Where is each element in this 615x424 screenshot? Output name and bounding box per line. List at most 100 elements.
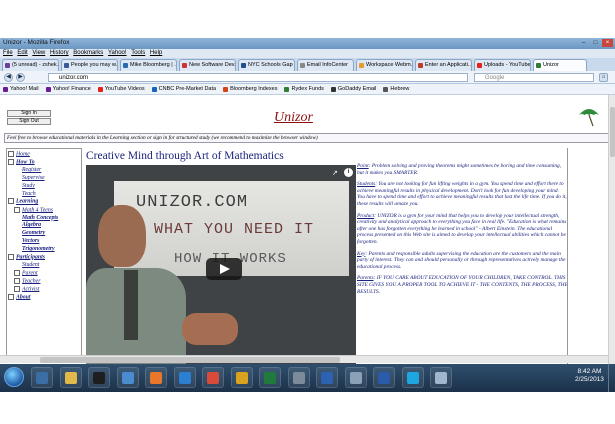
menu-yahoo[interactable]: Yahoo! bbox=[108, 49, 127, 58]
taskbar-terminal-button[interactable] bbox=[88, 367, 110, 388]
nav-item-register[interactable]: Register bbox=[8, 167, 80, 175]
vertical-scrollbar[interactable] bbox=[608, 95, 615, 364]
taskbar-excel-button[interactable] bbox=[259, 367, 281, 388]
intro-paragraph: Key: Parents and responsible adults supe… bbox=[357, 251, 568, 271]
vertical-scroll-thumb[interactable] bbox=[610, 107, 615, 157]
media-icon bbox=[235, 371, 248, 384]
nav-item-math-4-teens[interactable]: Math 4 Teens bbox=[8, 207, 80, 215]
tab-7[interactable]: Enter an Applicati... bbox=[415, 59, 472, 71]
nav-item-trigonometry[interactable]: Trigonometry bbox=[8, 246, 80, 254]
info-icon[interactable]: i bbox=[344, 168, 353, 177]
tab-2[interactable]: Mike Bloomberg | ... bbox=[120, 59, 177, 71]
horizontal-scrollbar[interactable] bbox=[0, 355, 608, 363]
tab-3[interactable]: New Software Dev... bbox=[179, 59, 236, 71]
menu-edit[interactable]: Edit bbox=[17, 49, 27, 58]
title-bar: Unizor - Mozilla Firefox – □ × bbox=[0, 38, 615, 49]
nav-item-teacher[interactable]: Teacher bbox=[8, 278, 80, 286]
bottom-margin bbox=[0, 392, 615, 424]
bookmark-label: YouTube Videos bbox=[104, 85, 145, 92]
taskbar-folder-button[interactable] bbox=[59, 367, 82, 388]
bookmark-item[interactable]: YouTube Videos bbox=[97, 84, 145, 94]
taskbar-calculator-button[interactable] bbox=[287, 367, 310, 388]
taskbar-docs-button[interactable] bbox=[430, 367, 452, 388]
site-navigation-tree: Home How To Register Supervise Study Teach Lea… bbox=[6, 148, 82, 362]
taskbar-files-button[interactable] bbox=[116, 367, 139, 388]
sign-in-button[interactable]: Sign In bbox=[7, 110, 51, 117]
taskbar-word-button[interactable] bbox=[373, 367, 395, 388]
bookmark-icon bbox=[45, 86, 51, 92]
nav-item-student[interactable]: Student bbox=[8, 262, 80, 270]
navigation-bar: ◀ ▶ unizor.com Google ⌂ bbox=[0, 71, 615, 84]
bookmark-item[interactable]: Yahoo! Finance bbox=[45, 84, 91, 94]
nav-item-algebra[interactable]: Algebra bbox=[8, 222, 80, 230]
bookmark-item[interactable]: Rydex Funds bbox=[284, 84, 324, 94]
nav-item-participants[interactable]: Participants bbox=[8, 254, 80, 262]
bookmark-item[interactable]: Yahoo! Mail bbox=[3, 84, 39, 94]
bookmark-item[interactable]: Bloomberg Indexes bbox=[223, 84, 277, 94]
back-button[interactable]: ◀ bbox=[4, 73, 13, 82]
tab-8[interactable]: Uploads - YouTube bbox=[474, 59, 531, 71]
nav-item-parent[interactable]: Parent bbox=[8, 270, 80, 278]
nav-item-teach[interactable]: Teach bbox=[8, 191, 80, 199]
horizontal-scroll-thumb[interactable] bbox=[40, 357, 340, 363]
close-button[interactable]: × bbox=[602, 39, 613, 47]
menu-file[interactable]: File bbox=[3, 49, 13, 58]
url-bar[interactable]: unizor.com bbox=[48, 73, 468, 82]
search-input[interactable]: Google bbox=[474, 73, 594, 82]
nav-item-math-concepts[interactable]: Math Concepts bbox=[8, 215, 80, 223]
docs-icon bbox=[435, 371, 447, 384]
taskbar-media-button[interactable] bbox=[230, 367, 253, 388]
tab-1[interactable]: People you may w... bbox=[61, 59, 118, 71]
tab-0[interactable]: (5 unread) - zshek... bbox=[2, 59, 59, 71]
menu-help[interactable]: Help bbox=[150, 49, 162, 58]
menu-bar: File Edit View History Bookmarks Yahoo! … bbox=[0, 49, 615, 58]
tab-favicon-icon bbox=[418, 63, 423, 68]
show-desktop-button[interactable] bbox=[608, 364, 615, 392]
menu-view[interactable]: View bbox=[32, 49, 45, 58]
start-button[interactable] bbox=[4, 367, 24, 387]
nav-item-activist[interactable]: Activist bbox=[8, 286, 80, 294]
web-page: Sign In Sign Out Unizor Feel free to bro… bbox=[0, 95, 615, 364]
tab-4[interactable]: NYC Schools Gap ... bbox=[238, 59, 295, 71]
tab-6[interactable]: Workspace Webm... bbox=[356, 59, 413, 71]
nav-item-about[interactable]: About bbox=[8, 294, 80, 302]
share-icon[interactable]: ↗ bbox=[332, 169, 338, 177]
forward-button[interactable]: ▶ bbox=[16, 73, 25, 82]
play-icon[interactable] bbox=[206, 258, 242, 280]
nav-item-study[interactable]: Study bbox=[8, 183, 80, 191]
sign-out-button[interactable]: Sign Out bbox=[7, 118, 51, 125]
board-text-2: WHAT YOU NEED IT bbox=[154, 221, 315, 238]
taskbar-computer-button[interactable] bbox=[31, 367, 53, 388]
excel-icon bbox=[264, 371, 276, 384]
tab-favicon-icon bbox=[123, 63, 128, 68]
taskbar-chrome-button[interactable] bbox=[202, 367, 224, 388]
video-player[interactable]: UNIZOR.COM WHAT YOU NEED IT HOW IT WORKS… bbox=[86, 165, 356, 364]
minimize-button[interactable]: – bbox=[578, 39, 589, 47]
nav-item-home[interactable]: Home bbox=[8, 151, 80, 159]
nav-item-vectors[interactable]: Vectors bbox=[8, 238, 80, 246]
taskbar-tools-button[interactable] bbox=[344, 367, 367, 388]
taskbar-skype-button[interactable] bbox=[401, 367, 424, 388]
bookmark-icon bbox=[330, 86, 336, 92]
url-text: unizor.com bbox=[59, 75, 89, 81]
taskbar-ie-button[interactable] bbox=[173, 367, 196, 388]
menu-history[interactable]: History bbox=[50, 49, 69, 58]
menu-tools[interactable]: Tools bbox=[131, 49, 145, 58]
menu-bookmarks[interactable]: Bookmarks bbox=[73, 49, 103, 58]
tab-9[interactable]: Unizor bbox=[533, 59, 587, 71]
nav-item-geometry[interactable]: Geometry bbox=[8, 230, 80, 238]
bookmark-item[interactable]: GoDaddy Email bbox=[330, 84, 376, 94]
nav-item-how-to[interactable]: How To bbox=[8, 159, 80, 167]
site-logo[interactable]: Unizor bbox=[274, 110, 313, 126]
system-clock[interactable]: 8:42 AM 2/25/2013 bbox=[575, 368, 604, 384]
tab-5[interactable]: Email InfoCenter bbox=[297, 59, 354, 71]
nav-item-supervise[interactable]: Supervise bbox=[8, 175, 80, 183]
bookmark-item[interactable]: Hebrew bbox=[383, 84, 409, 94]
paragraph-text: : Parents and responsible adults supervi… bbox=[357, 250, 566, 270]
home-button[interactable]: ⌂ bbox=[599, 73, 608, 82]
nav-item-learning[interactable]: Learning bbox=[8, 198, 80, 206]
bookmark-item[interactable]: CNBC Pre-Market Data bbox=[151, 84, 216, 94]
maximize-button[interactable]: □ bbox=[590, 39, 601, 47]
taskbar-firefox-button[interactable] bbox=[145, 367, 167, 388]
taskbar-outlook-button[interactable] bbox=[316, 367, 338, 388]
